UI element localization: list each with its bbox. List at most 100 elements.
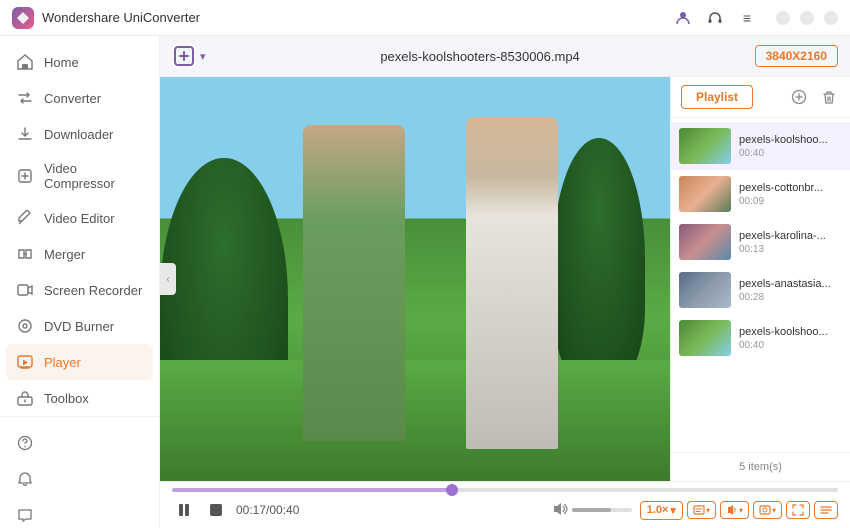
playlist-item-duration: 00:13	[739, 244, 842, 255]
bell-icon	[16, 470, 34, 488]
fullscreen-button[interactable]	[786, 501, 810, 519]
controls-row: 00:17/00:40 1.0× ▾	[172, 494, 838, 528]
screenshot-button[interactable]: ▾	[753, 501, 782, 519]
player-icon	[16, 353, 34, 371]
stop-button[interactable]	[204, 498, 228, 522]
volume-slider[interactable]	[572, 508, 632, 512]
playlist-thumb	[679, 128, 731, 164]
maximize-button[interactable]: □	[800, 11, 814, 25]
sidebar-item-compressor-label: Video Compressor	[44, 161, 143, 191]
minimize-button[interactable]: —	[776, 11, 790, 25]
playlist-header: Playlist	[671, 77, 850, 118]
subtitle-button[interactable]: ▾	[687, 501, 716, 519]
import-button[interactable]	[172, 44, 196, 68]
controls-bar: 00:17/00:40 1.0× ▾	[160, 481, 850, 528]
sidebar-item-player[interactable]: Player	[6, 344, 153, 380]
import-dropdown-arrow[interactable]: ▾	[200, 50, 206, 63]
playlist-item-name: pexels-koolshoo...	[739, 134, 842, 146]
sidebar-item-dvd-burner[interactable]: DVD Burner	[0, 308, 159, 344]
pause-button[interactable]	[172, 498, 196, 522]
title-bar-left: Wondershare UniConverter	[12, 7, 200, 29]
sidebar-item-editor-label: Video Editor	[44, 211, 115, 226]
file-name: pexels-koolshooters-8530006.mp4	[380, 49, 579, 64]
playlist-item[interactable]: pexels-cottonbr... 00:09 ✕	[671, 170, 850, 218]
headphone-icon[interactable]	[706, 9, 724, 27]
speed-button[interactable]: 1.0× ▾	[640, 501, 683, 520]
audio-button[interactable]: ▾	[720, 501, 749, 519]
home-icon	[16, 53, 34, 71]
close-button[interactable]: ✕	[824, 11, 838, 25]
editor-icon	[16, 209, 34, 227]
playlist-item-info: pexels-anastasia... 00:28	[739, 278, 842, 303]
playlist-add-button[interactable]	[788, 86, 810, 108]
playlist-items: pexels-koolshoo... 00:40 pexels-cottonbr…	[671, 118, 850, 452]
sidebar-item-video-compressor[interactable]: Video Compressor	[0, 152, 159, 200]
downloader-icon	[16, 125, 34, 143]
profile-icon[interactable]	[674, 9, 692, 27]
sidebar-item-help[interactable]	[0, 425, 159, 461]
dvd-icon	[16, 317, 34, 335]
right-controls: 1.0× ▾ ▾ ▾ ▾	[640, 501, 838, 520]
collapse-arrow[interactable]: ‹	[160, 263, 176, 295]
sidebar-item-dvd-label: DVD Burner	[44, 319, 114, 334]
hamburger-icon[interactable]: ≡	[738, 9, 756, 27]
time-display: 00:17/00:40	[236, 503, 299, 517]
resolution-badge: 3840X2160	[755, 45, 838, 67]
compress-icon	[16, 167, 34, 185]
sidebar-item-downloader[interactable]: Downloader	[0, 116, 159, 152]
sidebar-item-feedback[interactable]	[0, 497, 159, 528]
video-wrapper[interactable]: ‹	[160, 77, 670, 481]
playlist-item[interactable]: pexels-koolshoo... 00:40	[671, 122, 850, 170]
volume-section	[552, 501, 632, 520]
volume-fill	[572, 508, 611, 512]
app-body: Home Converter Downloader Video Compress…	[0, 36, 850, 528]
progress-thumb[interactable]	[446, 484, 458, 496]
scene-tree-right	[553, 138, 645, 380]
screenshot-dropdown-arrow: ▾	[772, 506, 776, 515]
sidebar-item-converter[interactable]: Converter	[0, 80, 159, 116]
playlist-item-info: pexels-cottonbr... 00:09	[739, 182, 842, 207]
feedback-icon	[16, 506, 34, 524]
playlist-delete-button[interactable]	[818, 86, 840, 108]
playlist-tab[interactable]: Playlist	[681, 85, 753, 109]
record-icon	[16, 281, 34, 299]
converter-icon	[16, 89, 34, 107]
playlist-item[interactable]: pexels-koolshoo... 00:40	[671, 314, 850, 362]
merger-icon	[16, 245, 34, 263]
sidebar-item-player-label: Player	[44, 355, 81, 370]
playlist-item[interactable]: pexels-anastasia... 00:28	[671, 266, 850, 314]
playlist-item-info: pexels-koolshoo... 00:40	[739, 134, 842, 159]
sidebar-item-recorder-label: Screen Recorder	[44, 283, 142, 298]
sidebar-item-home-label: Home	[44, 55, 79, 70]
sidebar-item-toolbox[interactable]: Toolbox	[0, 380, 159, 416]
progress-track[interactable]	[172, 488, 838, 492]
sidebar-item-bell[interactable]	[0, 461, 159, 497]
playlist-item-name: pexels-anastasia...	[739, 278, 842, 290]
playlist-toggle-button[interactable]	[814, 501, 838, 519]
playlist-item-duration: 00:40	[739, 148, 842, 159]
playlist-thumb	[679, 272, 731, 308]
sidebar-item-home[interactable]: Home	[0, 44, 159, 80]
playlist-thumb	[679, 176, 731, 212]
sidebar-item-merger[interactable]: Merger	[0, 236, 159, 272]
window-controls: — □ ✕	[776, 11, 838, 25]
sidebar: Home Converter Downloader Video Compress…	[0, 36, 160, 528]
sidebar-bottom	[0, 416, 159, 528]
video-scene	[160, 77, 670, 481]
sidebar-item-screen-recorder[interactable]: Screen Recorder	[0, 272, 159, 308]
playlist-item-info: pexels-karolina-... 00:13	[739, 230, 842, 255]
playlist-item[interactable]: pexels-karolina-... 00:13	[671, 218, 850, 266]
sidebar-item-toolbox-label: Toolbox	[44, 391, 89, 406]
audio-dropdown-arrow: ▾	[739, 506, 743, 515]
playlist-item-duration: 00:09	[739, 196, 842, 207]
playlist-count: 5 item(s)	[671, 452, 850, 481]
playlist-item-name: pexels-karolina-...	[739, 230, 842, 242]
player-topbar: ▾ pexels-koolshooters-8530006.mp4 3840X2…	[160, 36, 850, 77]
main-content: ▾ pexels-koolshooters-8530006.mp4 3840X2…	[160, 36, 850, 528]
playlist-item-info: pexels-koolshoo... 00:40	[739, 326, 842, 351]
title-bar: Wondershare UniConverter ≡ — □ ✕	[0, 0, 850, 36]
volume-icon[interactable]	[552, 501, 568, 520]
sidebar-item-video-editor[interactable]: Video Editor	[0, 200, 159, 236]
playlist-panel: Playlist pexels	[670, 77, 850, 481]
playlist-actions	[788, 86, 840, 108]
